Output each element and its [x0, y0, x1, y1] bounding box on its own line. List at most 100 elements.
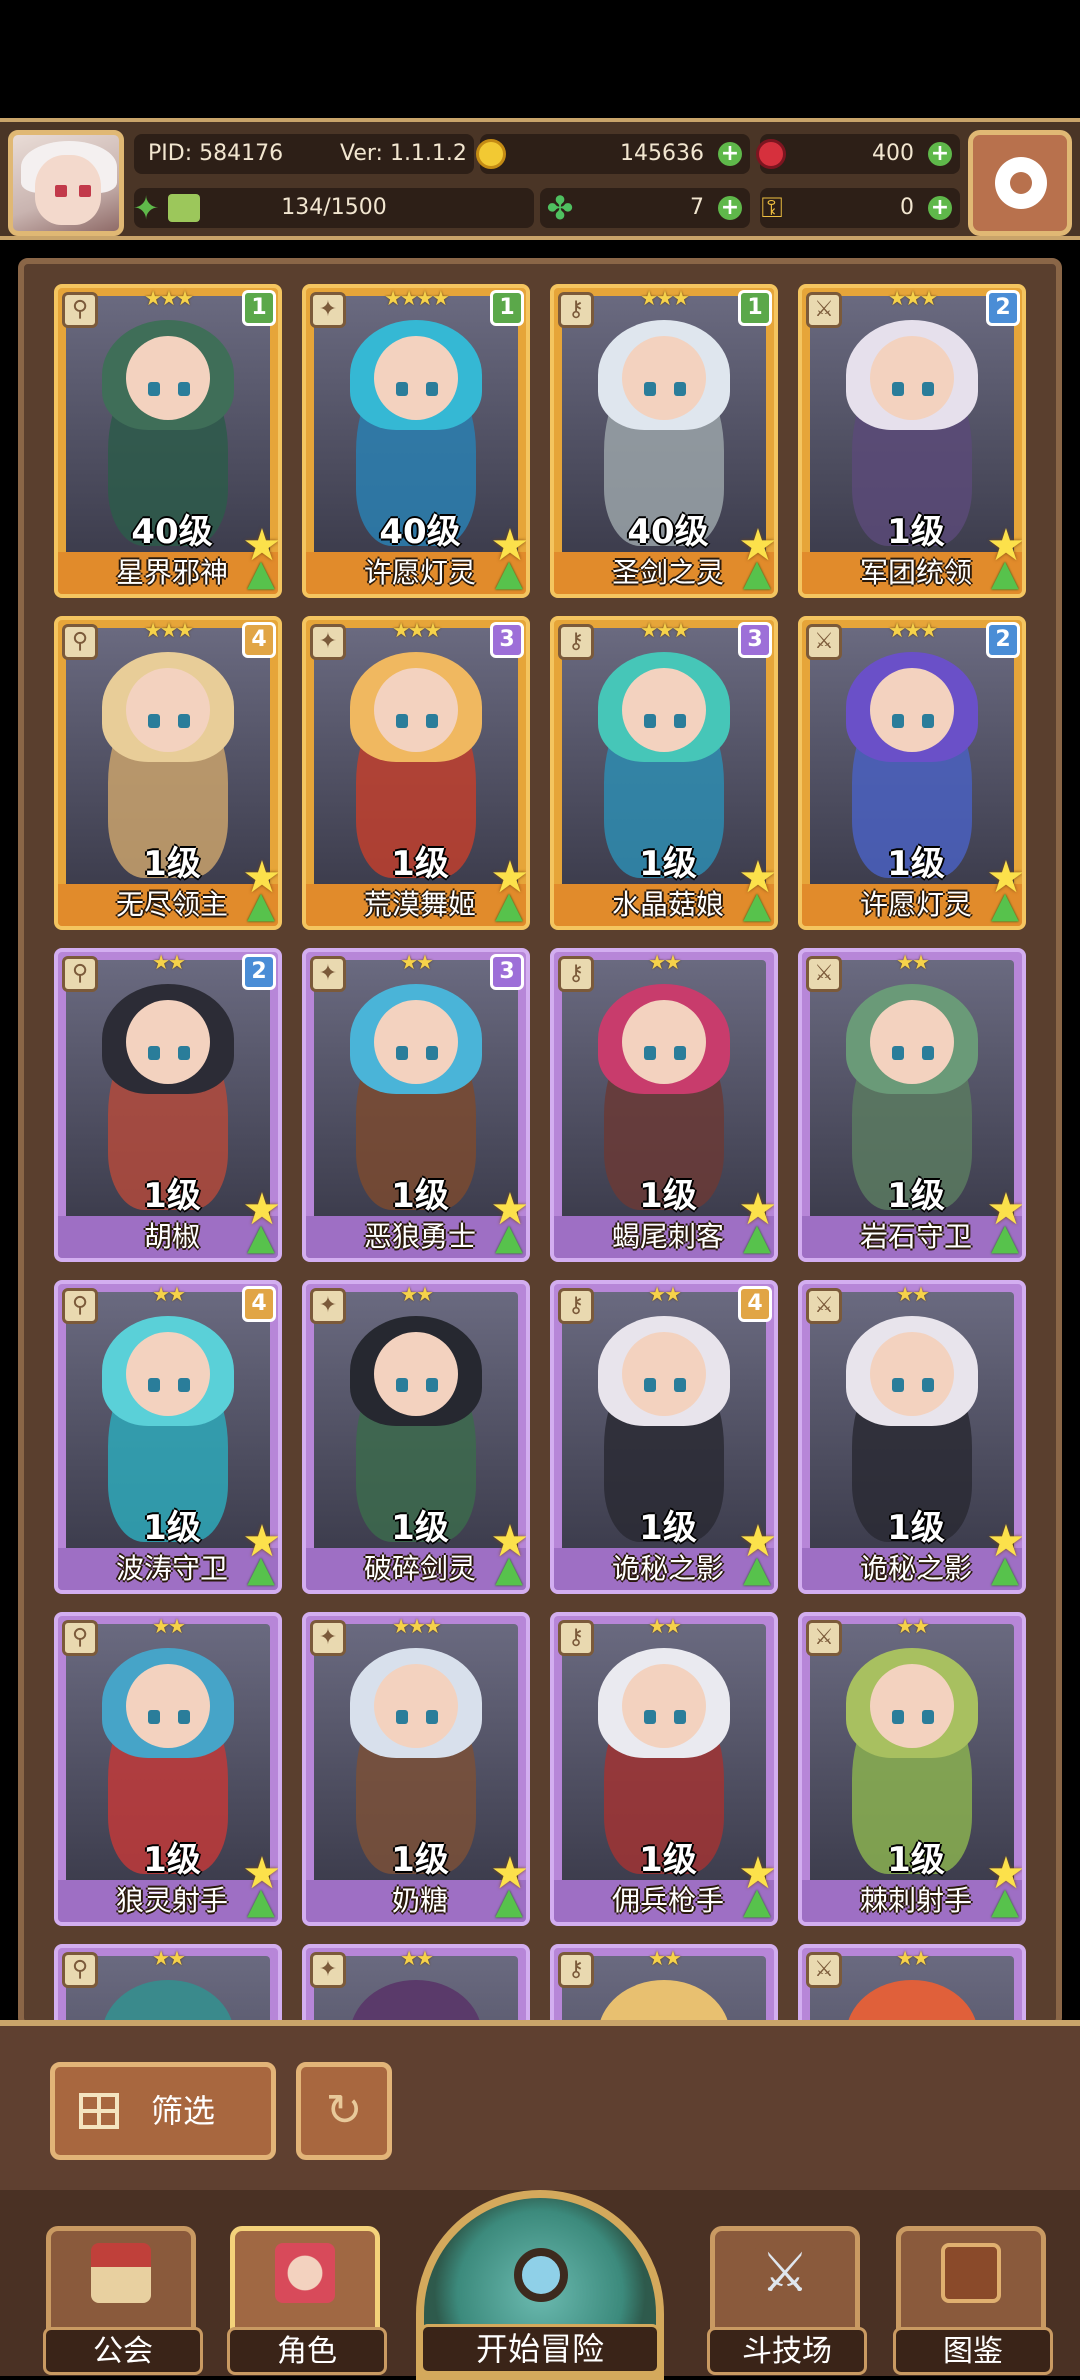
class-icon: ⚷: [558, 1952, 594, 1988]
character-card-partial[interactable]: ⚷ ★★: [550, 1944, 778, 2022]
rarity-stars: ★★: [648, 1614, 682, 1638]
resource-header: PID: 584176 Ver: 1.1.1.2 145636 + 400 + …: [0, 118, 1080, 240]
nav-guild-label: 公会: [43, 2327, 203, 2375]
level-up-arrow-icon: ▲: [495, 1217, 523, 1258]
rarity-stars: ★★: [648, 1946, 682, 1970]
character-icon: [275, 2243, 335, 2303]
rarity-stars: ★★★: [888, 286, 938, 310]
class-icon: ✦: [310, 956, 346, 992]
nav-arena[interactable]: ⚔ 斗技场: [707, 2226, 867, 2375]
character-card-partial[interactable]: ⚔ ★★: [798, 1944, 1026, 2022]
class-icon: ⚷: [558, 624, 594, 660]
player-avatar[interactable]: [8, 130, 124, 236]
bottom-nav: 公会 角色 开始冒险 ⚔ 斗技场 图鉴: [0, 2190, 1080, 2380]
class-icon: ✦: [310, 624, 346, 660]
level-up-arrow-icon: ▲: [991, 553, 1019, 594]
rarity-stars: ★★★: [640, 618, 690, 642]
level-up-arrow-icon: ▲: [247, 1881, 275, 1922]
class-icon: ⚷: [558, 1620, 594, 1656]
filter-button[interactable]: 筛选: [50, 2062, 276, 2160]
rarity-stars: ★★★: [392, 618, 442, 642]
rarity-stars: ★★: [400, 950, 434, 974]
level-up-arrow-icon: ▲: [991, 1217, 1019, 1258]
class-icon: ⚲: [62, 1620, 98, 1656]
add-key-button[interactable]: +: [928, 196, 952, 220]
level-up-arrow-icon: ▲: [743, 1549, 771, 1590]
character-card[interactable]: ✦ ★★ 3 1级 恶狼勇士 ★ ▲: [302, 948, 530, 1262]
character-card[interactable]: ⚔ ★★ 1级 诡秘之影 ★ ▲: [798, 1280, 1026, 1594]
character-card[interactable]: ⚲ ★★★ 1 40级 星界邪神 ★ ▲: [54, 284, 282, 598]
character-card-partial[interactable]: ✦ ★★: [302, 1944, 530, 2022]
character-card[interactable]: ⚷ ★★ 1级 蝎尾刺客 ★ ▲: [550, 948, 778, 1262]
nav-guild[interactable]: 公会: [43, 2226, 203, 2375]
character-card[interactable]: ⚲ ★★ 2 1级 胡椒 ★ ▲: [54, 948, 282, 1262]
class-icon: ⚔: [806, 1952, 842, 1988]
level-up-arrow-icon: ▲: [743, 1881, 771, 1922]
level-up-arrow-icon: ▲: [247, 1217, 275, 1258]
character-card[interactable]: ⚔ ★★ 1级 棘刺射手 ★ ▲: [798, 1612, 1026, 1926]
level-up-arrow-icon: ▲: [495, 1881, 523, 1922]
character-card[interactable]: ⚔ ★★★ 2 1级 军团统领 ★ ▲: [798, 284, 1026, 598]
stamina-value: 134/1500: [281, 195, 387, 220]
coin-icon: [476, 139, 506, 169]
rarity-stars: ★★: [152, 1946, 186, 1970]
class-icon: ⚲: [62, 1288, 98, 1324]
character-card[interactable]: ✦ ★★★ 3 1级 荒漠舞姬 ★ ▲: [302, 616, 530, 930]
rarity-stars: ★★: [648, 1282, 682, 1306]
nav-adventure[interactable]: 开始冒险: [416, 2190, 664, 2380]
level-up-arrow-icon: ▲: [743, 1217, 771, 1258]
rarity-stars: ★★: [648, 950, 682, 974]
version-label: Ver: 1.1.1.2: [340, 141, 467, 166]
level-up-arrow-icon: ▲: [247, 1549, 275, 1590]
rarity-stars: ★★: [896, 1614, 930, 1638]
class-icon: ✦: [310, 1620, 346, 1656]
character-card[interactable]: ⚔ ★★ 1级 岩石守卫 ★ ▲: [798, 948, 1026, 1262]
character-card[interactable]: ⚷ ★★★ 3 1级 水晶菇娘 ★ ▲: [550, 616, 778, 930]
class-icon: ✦: [310, 1952, 346, 1988]
character-card-partial[interactable]: ⚲ ★★: [54, 1944, 282, 2022]
character-card[interactable]: ⚷ ★★ 4 1级 诡秘之影 ★ ▲: [550, 1280, 778, 1594]
class-icon: ⚷: [558, 956, 594, 992]
add-gem-button[interactable]: +: [928, 142, 952, 166]
character-card[interactable]: ⚷ ★★ 1级 佣兵枪手 ★ ▲: [550, 1612, 778, 1926]
gem-counter: 400 +: [756, 134, 960, 174]
nav-characters[interactable]: 角色: [227, 2226, 387, 2375]
rank-badge: 2: [986, 290, 1020, 326]
class-icon: ⚷: [558, 1288, 594, 1324]
rank-badge: 2: [242, 954, 276, 990]
class-icon: ⚔: [806, 1288, 842, 1324]
level-up-arrow-icon: ▲: [991, 1881, 1019, 1922]
grid-icon: [79, 2093, 119, 2129]
add-gold-button[interactable]: +: [718, 142, 742, 166]
nav-adventure-label: 开始冒险: [420, 2324, 660, 2374]
class-icon: ⚔: [806, 624, 842, 660]
refresh-icon: ↻: [325, 2085, 363, 2136]
rank-badge: 2: [986, 622, 1020, 658]
rarity-stars: ★★★: [392, 1614, 442, 1638]
rank-badge: 1: [490, 290, 524, 326]
level-up-arrow-icon: ▲: [991, 1549, 1019, 1590]
character-card[interactable]: ⚲ ★★ 1级 狼灵射手 ★ ▲: [54, 1612, 282, 1926]
character-card[interactable]: ✦ ★★★ 1级 奶糖 ★ ▲: [302, 1612, 530, 1926]
rarity-stars: ★★★: [144, 618, 194, 642]
level-up-arrow-icon: ▲: [991, 885, 1019, 926]
book-icon: [941, 2243, 1001, 2303]
magnifier-icon: [514, 2248, 568, 2302]
class-icon: ✦: [310, 292, 346, 328]
rarity-stars: ★★★: [640, 286, 690, 310]
add-clover-button[interactable]: +: [718, 196, 742, 220]
settings-button[interactable]: [968, 130, 1072, 236]
character-card[interactable]: ⚔ ★★★ 2 1级 许愿灯灵 ★ ▲: [798, 616, 1026, 930]
class-icon: ⚷: [558, 292, 594, 328]
level-up-arrow-icon: ▲: [247, 553, 275, 594]
character-card[interactable]: ⚷ ★★★ 1 40级 圣剑之灵 ★ ▲: [550, 284, 778, 598]
character-card[interactable]: ✦ ★★ 1级 破碎剑灵 ★ ▲: [302, 1280, 530, 1594]
key-icon: ⚿: [761, 191, 783, 224]
character-card[interactable]: ⚲ ★★ 4 1级 波涛守卫 ★ ▲: [54, 1280, 282, 1594]
nav-codex[interactable]: 图鉴: [893, 2226, 1053, 2375]
key-amount: 0: [900, 195, 914, 220]
character-card[interactable]: ⚲ ★★★ 4 1级 无尽领主 ★ ▲: [54, 616, 282, 930]
rank-badge: 1: [738, 290, 772, 326]
refresh-button[interactable]: ↻: [296, 2062, 392, 2160]
character-card[interactable]: ✦ ★★★★ 1 40级 许愿灯灵 ★ ▲: [302, 284, 530, 598]
